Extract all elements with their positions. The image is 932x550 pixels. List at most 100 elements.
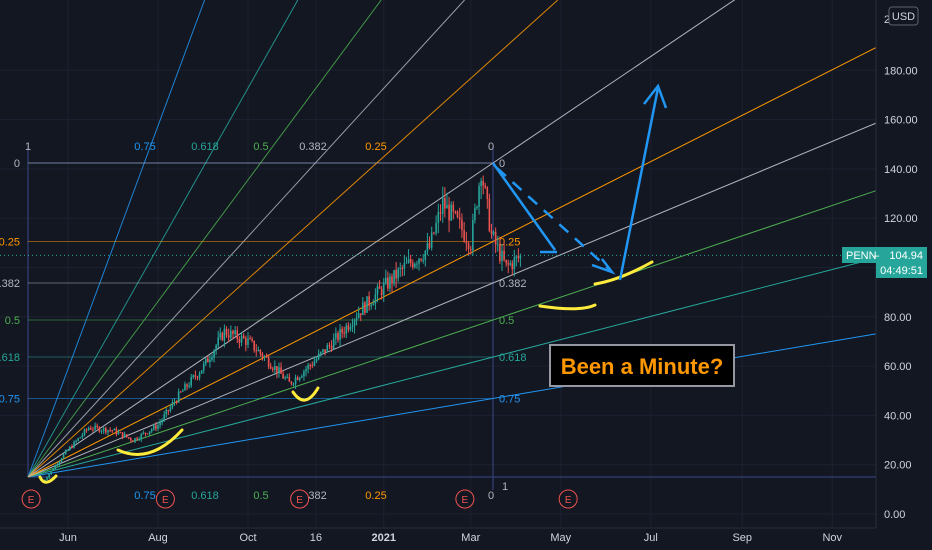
candle-body <box>405 262 408 264</box>
candle-body <box>87 428 90 431</box>
candle-body <box>437 212 440 223</box>
badge-dash: – <box>873 250 880 262</box>
candle-body <box>198 373 201 378</box>
candle-body <box>240 335 243 343</box>
candle-body <box>391 276 393 284</box>
candle-body <box>511 263 514 270</box>
fan-ray-0.5 <box>27 190 877 478</box>
candle-body <box>232 330 234 335</box>
candle-body <box>219 333 222 338</box>
candle-body <box>474 207 476 221</box>
candle-body <box>290 381 293 384</box>
candle-body <box>169 407 172 411</box>
candle-body <box>125 434 128 438</box>
candle-body <box>519 255 522 259</box>
x-tick-label: Nov <box>822 532 842 544</box>
last-price-badge: PENN – 104.94 04:49:51 <box>842 247 927 278</box>
candle-body <box>46 477 48 480</box>
fan-left-label: 0.25 <box>0 237 20 249</box>
candle-body <box>234 330 236 335</box>
candle-body <box>307 364 309 369</box>
candle-body <box>414 263 416 268</box>
candle-body <box>253 340 255 351</box>
candle-body <box>430 232 433 248</box>
candle-body <box>311 365 314 367</box>
candle-body <box>221 333 224 341</box>
candle-body <box>301 376 303 378</box>
candle-body <box>332 338 335 350</box>
candle-body <box>422 260 425 262</box>
candle-body <box>249 338 251 340</box>
candle-body <box>395 269 397 279</box>
candle-body <box>486 187 489 199</box>
fan-bottom-label: 0.75 <box>134 490 155 502</box>
candle-body <box>328 345 331 347</box>
candle-body <box>407 259 410 263</box>
candle-body <box>467 243 470 250</box>
y-tick-label: 40.00 <box>884 410 912 422</box>
candle-body <box>368 296 370 306</box>
candle-body <box>142 432 145 434</box>
candle-body <box>320 351 322 354</box>
candle-body <box>501 250 503 262</box>
candle-body <box>245 338 247 345</box>
x-tick-label: 2021 <box>371 532 395 544</box>
candle-body <box>261 353 264 358</box>
candle-body <box>382 283 385 296</box>
candle-body <box>393 269 395 284</box>
arrow-up-target[interactable] <box>618 87 660 281</box>
fan-top-label: 0.382 <box>299 141 327 153</box>
badge-price: 104.94 <box>889 250 923 262</box>
time-axis[interactable]: Jun Aug Oct 16 2021 Mar May Jul Sep Nov <box>59 532 842 544</box>
candle-body <box>265 356 268 358</box>
candle-body <box>509 263 512 265</box>
highlight-arc-apr[interactable] <box>538 303 597 311</box>
candle-body <box>490 230 493 234</box>
fib-speed-resistance-fan[interactable]: 0.75 0.75 0.75 0.75 0.618 0.618 0.618 0.618 0.5 0… <box>0 0 877 502</box>
candle-body <box>305 368 307 372</box>
y-tick-label: 180.00 <box>884 65 918 77</box>
candle-body <box>461 219 463 231</box>
candle-body <box>92 429 94 431</box>
arrow-down-dashed-head[interactable] <box>591 258 616 275</box>
candle-body <box>127 437 130 439</box>
candle-body <box>450 204 452 221</box>
candle-body <box>380 288 383 296</box>
price-chart[interactable]: 0.75 0.75 0.75 0.75 0.618 0.618 0.618 0.618 0.5 0… <box>0 0 932 550</box>
candle-body <box>347 325 350 330</box>
candle-body <box>286 376 289 378</box>
candle-body <box>492 231 495 234</box>
fan-edge-label: 1 <box>502 481 508 493</box>
x-tick-label: Jun <box>59 532 77 544</box>
candle-body <box>85 429 88 431</box>
fan-top-label: 0 <box>488 141 494 153</box>
earnings-marker-label: E <box>162 495 169 506</box>
y-tick-label: 80.00 <box>884 312 912 324</box>
candle-body <box>60 458 63 462</box>
candle-body <box>109 430 111 432</box>
candle-body <box>102 427 105 431</box>
fan-bottom-label: 0.5 <box>253 490 268 502</box>
candle-body <box>175 402 178 404</box>
candle-body <box>79 437 82 439</box>
candle-body <box>292 383 295 385</box>
candle-body <box>448 204 450 221</box>
fan-left-label: 0.75 <box>0 394 20 406</box>
candle-body <box>271 368 274 370</box>
candle-body <box>242 335 245 339</box>
candle-body <box>439 212 442 214</box>
fan-top-label: 0.5 <box>253 141 268 153</box>
candle-body <box>420 258 422 261</box>
candle-body <box>505 259 507 264</box>
candle-body <box>69 446 71 451</box>
candle-body <box>238 339 241 343</box>
earnings-marker-label: E <box>565 495 572 506</box>
candle-body <box>255 350 258 352</box>
fan-time-ray-0.75 <box>27 0 206 478</box>
currency-button[interactable]: USD <box>888 6 919 26</box>
candle-body <box>472 220 474 251</box>
annotation-box[interactable]: Been a Minute? <box>549 344 735 387</box>
candle-body <box>276 366 278 374</box>
fan-ray-0.75 <box>27 333 877 478</box>
candle-body <box>64 450 67 455</box>
